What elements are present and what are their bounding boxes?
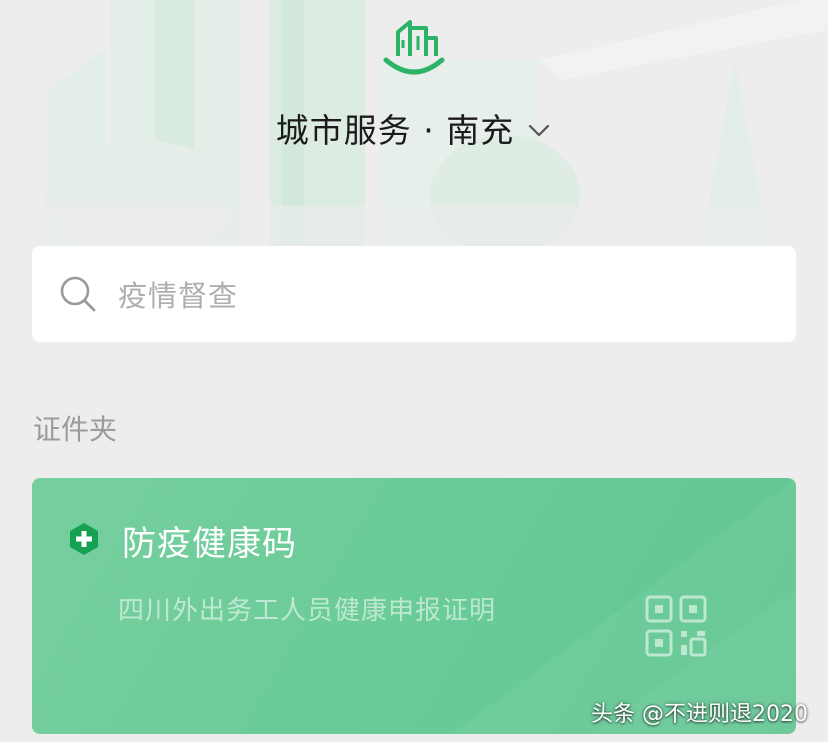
search-placeholder[interactable]: 疫情督查 [118, 273, 238, 315]
search-bar[interactable]: 疫情督查 [32, 246, 796, 342]
chevron-down-icon[interactable] [526, 117, 552, 143]
card-subtitle: 四川外出务工人员健康申报证明 [118, 596, 497, 626]
card-title: 防疫健康码 [122, 524, 297, 564]
city-selector[interactable]: 城市服务 · 南充 [0, 100, 828, 156]
city-building-smile-icon [383, 20, 445, 75]
city-title[interactable]: 城市服务 · 南充 [276, 104, 514, 152]
section-label-cert-folder: 证件夹 [33, 413, 118, 446]
qr-code-icon[interactable] [644, 594, 708, 658]
search-icon [60, 276, 96, 312]
watermark-text: 头条 @不进则退2020 [591, 702, 808, 727]
shield-plus-icon [70, 523, 98, 555]
